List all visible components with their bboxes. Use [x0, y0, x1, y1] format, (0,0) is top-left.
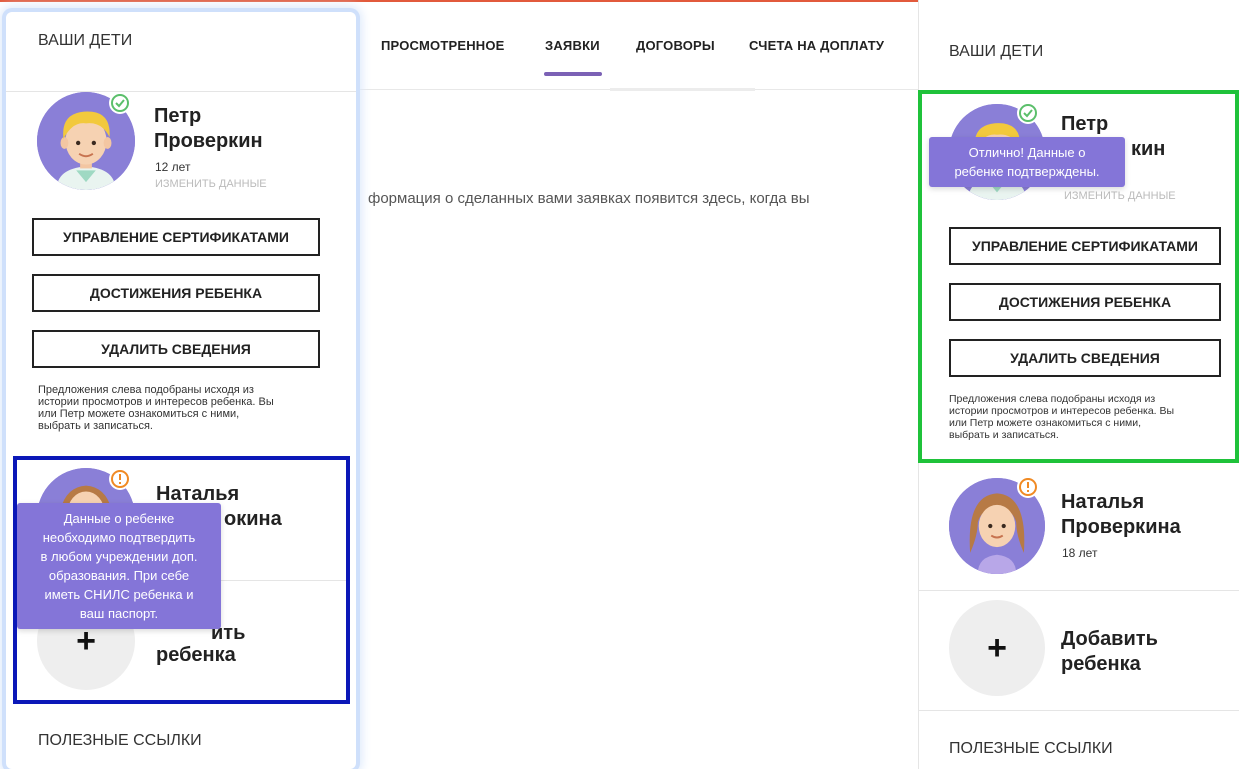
hint-line: выбрать и записаться. [38, 420, 153, 432]
hint-line: истории просмотров и интересов ребенка. … [949, 405, 1175, 417]
check-circle-icon [109, 92, 131, 114]
warning-circle-icon [109, 468, 131, 490]
delete-info-button[interactable]: УДАЛИТЬ СВЕДЕНИЯ [32, 330, 320, 368]
add-child-label-line2: ребенка [1061, 653, 1141, 675]
tab-viewed[interactable]: ПРОСМОТРЕННОЕ [381, 38, 505, 53]
tooltip-line: ребенке подтверждены. [954, 164, 1100, 179]
useful-links-heading[interactable]: ПОЛЕЗНЫЕ ССЫЛКИ [949, 740, 1113, 758]
left-header-band [6, 12, 356, 92]
child2-first-name: Наталья [1061, 491, 1145, 513]
child1-age: 12 лет [155, 160, 191, 174]
child2-age: 18 лет [1062, 546, 1098, 560]
children-heading: ВАШИ ДЕТИ [949, 43, 1044, 60]
check-circle-icon [1017, 102, 1039, 124]
tooltip-line: Данные о ребенке [63, 511, 175, 526]
recommendations-hint: Предложения слева подобраны исходя из ис… [38, 384, 338, 432]
tooltip-line: в любом учреждении доп. [40, 549, 198, 564]
child2-last-name: Проверкина [1061, 516, 1181, 538]
verify-data-tooltip: Данные о ребенке необходимо подтвердить … [17, 503, 221, 629]
tab-invoices[interactable]: СЧЕТА НА ДОПЛАТУ [749, 38, 884, 53]
right-separator [919, 590, 1239, 591]
hint-line: или Петр можете ознакомиться с ними, [38, 408, 240, 420]
right-children-panel: ВАШИ ДЕТИ Петр кин ИЗМЕНИТЬ ДАННЫЕ УПРАВ… [918, 0, 1239, 769]
child-achievements-button[interactable]: ДОСТИЖЕНИЯ РЕБЕНКА [32, 274, 320, 312]
child1-edit-link[interactable]: ИЗМЕНИТЬ ДАННЫЕ [1064, 190, 1176, 202]
active-tab-indicator [544, 72, 602, 76]
child2-last-name: окина [224, 508, 282, 530]
child1-last-name: кин [1131, 138, 1166, 160]
tooltip-line: необходимо подтвердить [42, 530, 196, 545]
manage-certificates-button[interactable]: УПРАВЛЕНИЕ СЕРТИФИКАТАМИ [949, 227, 1221, 265]
tooltip-line: иметь СНИЛС ребенка и [44, 587, 194, 602]
right-separator-bottom [919, 710, 1239, 711]
empty-applications-message: формация о сделанных вами заявках появит… [368, 190, 810, 207]
tooltip-line: ваш паспорт. [79, 606, 159, 621]
hint-line: истории просмотров и интересов ребенка. … [38, 396, 274, 408]
tabs-bar: ПРОСМОТРЕННОЕ ЗАЯВКИ ДОГОВОРЫ СЧЕТА НА Д… [350, 0, 918, 90]
delete-info-button[interactable]: УДАЛИТЬ СВЕДЕНИЯ [949, 339, 1221, 377]
child1-last-name: Проверкин [154, 130, 263, 152]
tab-contracts[interactable]: ДОГОВОРЫ [636, 38, 715, 53]
tab-divider [610, 88, 755, 91]
add-child-button[interactable]: + [949, 600, 1045, 696]
child1-edit-link[interactable]: ИЗМЕНИТЬ ДАННЫЕ [155, 178, 267, 190]
add-child-label-line1: Добавить [1061, 628, 1158, 650]
child1-first-name: Петр [1061, 113, 1109, 135]
manage-certificates-button[interactable]: УПРАВЛЕНИЕ СЕРТИФИКАТАМИ [32, 218, 320, 256]
child1-first-name: Петр [154, 105, 202, 127]
hint-line: Предложения слева подобраны исходя из [38, 384, 254, 396]
child-achievements-button[interactable]: ДОСТИЖЕНИЯ РЕБЕНКА [949, 283, 1221, 321]
hint-line: выбрать и записаться. [949, 429, 1059, 441]
tab-applications[interactable]: ЗАЯВКИ [545, 38, 600, 53]
children-heading: ВАШИ ДЕТИ [38, 32, 133, 49]
left-children-panel: ВАШИ ДЕТИ Петр Проверкин 12 лет ИЗМЕНИТЬ… [6, 12, 356, 769]
warning-circle-icon [1017, 476, 1039, 498]
useful-links-heading[interactable]: ПОЛЕЗНЫЕ ССЫЛКИ [38, 732, 202, 750]
hint-line: Предложения слева подобраны исходя из [949, 393, 1156, 405]
hint-line: или Петр можете ознакомиться с ними, [949, 417, 1142, 429]
add-child-label-line2: ребенка [156, 644, 236, 666]
data-verified-tooltip: Отлично! Данные о ребенке подтверждены. [929, 137, 1125, 187]
recommendations-hint: Предложения слева подобраны исходя из ис… [949, 393, 1234, 441]
tooltip-line: Отлично! Данные о [968, 145, 1086, 160]
tooltip-line: образования. При себе [48, 568, 190, 583]
